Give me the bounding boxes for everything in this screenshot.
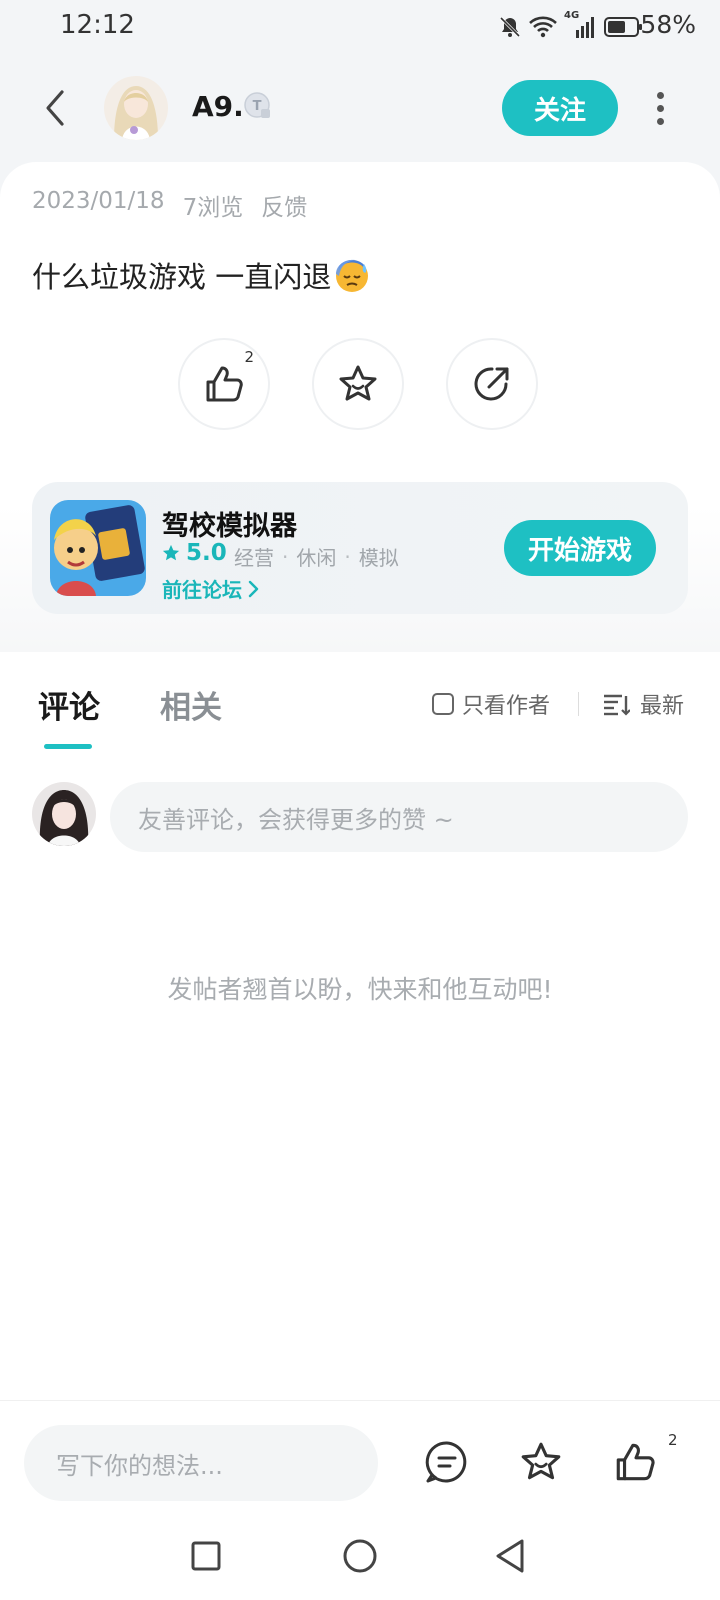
author-name[interactable]: A9. — [192, 90, 244, 123]
chevron-right-icon — [248, 580, 259, 597]
wifi-icon — [529, 16, 557, 38]
game-tag: 经营 — [234, 546, 274, 570]
game-tags: 经营 · 休闲 · 模拟 — [234, 542, 399, 571]
bottom-comment-input[interactable]: 写下你的想法... — [24, 1425, 378, 1501]
tag-separator: · — [282, 544, 289, 569]
current-user-avatar[interactable] — [32, 782, 96, 846]
mute-bell-icon — [499, 16, 521, 38]
game-tag: 模拟 — [358, 546, 399, 570]
back-button[interactable] — [34, 80, 74, 136]
empty-comments-hint: 发帖者翘首以盼，快来和他互动吧! — [167, 975, 553, 1004]
like-button[interactable]: 2 — [178, 338, 270, 430]
rating-value: 5.0 — [186, 540, 227, 566]
thumbs-up-icon[interactable] — [610, 1437, 660, 1487]
user-level-badge-icon: T — [244, 92, 270, 118]
battery-icon — [604, 17, 642, 37]
star-icon — [339, 365, 377, 401]
forum-link[interactable]: 前往论坛 — [162, 574, 260, 603]
comments-section: 评论 相关 只看作者 最新 友善评论，会获得更多的赞 ~ 发帖者翘首以盼，快来和… — [0, 652, 720, 1400]
game-name[interactable]: 驾校模拟器 — [162, 504, 297, 543]
more-options-icon[interactable] — [648, 84, 672, 132]
forum-link-label: 前往论坛 — [162, 578, 242, 602]
rating-star-icon — [162, 544, 180, 561]
home-circle-icon[interactable] — [336, 1532, 384, 1580]
svg-text:T: T — [253, 99, 262, 114]
post-content: 什么垃圾游戏 一直闪退 — [32, 254, 371, 296]
bottom-like-count: 2 — [668, 1431, 678, 1449]
back-triangle-icon[interactable] — [486, 1532, 534, 1580]
sort-button[interactable]: 最新 — [602, 688, 684, 720]
game-icon[interactable] — [50, 500, 146, 596]
chevron-left-icon — [46, 90, 64, 126]
post-meta: 2023/01/18 7浏览 反馈 — [32, 188, 307, 222]
sort-list-icon — [604, 694, 630, 716]
sort-label: 最新 — [640, 694, 685, 719]
bottom-action-bar: 写下你的想法... 2 — [0, 1400, 720, 1510]
post-text: 什么垃圾游戏 一直闪退 — [32, 260, 332, 294]
thumbs-up-icon — [206, 366, 243, 402]
game-tag: 休闲 — [296, 546, 337, 570]
system-nav-bar — [0, 1510, 720, 1600]
share-arrow-icon — [474, 367, 509, 401]
recent-apps-square-icon[interactable] — [182, 1532, 230, 1580]
favorite-button[interactable] — [312, 338, 404, 430]
status-icons: 4G — [498, 10, 644, 40]
game-card[interactable]: 驾校模拟器 5.0 经营 · 休闲 · 模拟 前往论坛 开始游戏 — [32, 482, 688, 614]
like-count: 2 — [244, 348, 254, 366]
header: A9. T 关注 — [0, 70, 720, 146]
filter-divider — [578, 692, 579, 716]
only-author-checkbox[interactable] — [432, 693, 454, 715]
follow-button[interactable]: 关注 — [502, 80, 618, 136]
post-actions: 2 — [178, 338, 538, 430]
battery-percent: 58% — [640, 10, 696, 39]
feedback-link[interactable]: 反馈 — [261, 188, 307, 222]
start-game-button[interactable]: 开始游戏 — [504, 520, 656, 576]
author-avatar[interactable] — [104, 76, 168, 140]
tag-separator: · — [344, 544, 351, 569]
tab-comments[interactable]: 评论 — [38, 682, 100, 727]
status-bar: 12:12 4G 58% — [0, 0, 720, 56]
active-tab-indicator — [44, 744, 92, 749]
tab-related[interactable]: 相关 — [160, 682, 222, 727]
post-views: 7浏览 — [182, 195, 244, 221]
cellular-signal-icon: 4G — [564, 10, 598, 40]
only-author-toggle[interactable]: 只看作者 — [432, 688, 550, 720]
comment-input[interactable]: 友善评论，会获得更多的赞 ~ — [110, 782, 688, 852]
sweat-face-emoji-icon — [336, 259, 369, 292]
comment-icon[interactable] — [422, 1437, 472, 1487]
favorite-star-icon[interactable] — [516, 1437, 566, 1487]
post-detail-screen: 12:12 4G 58% A9. T 关注 2023/01/18 7浏览 反馈 … — [0, 0, 720, 1600]
only-author-label: 只看作者 — [462, 694, 551, 719]
game-rating: 5.0 — [162, 540, 227, 566]
status-time: 12:12 — [60, 10, 135, 40]
post-date: 2023/01/18 — [32, 188, 165, 214]
share-button[interactable] — [446, 338, 538, 430]
